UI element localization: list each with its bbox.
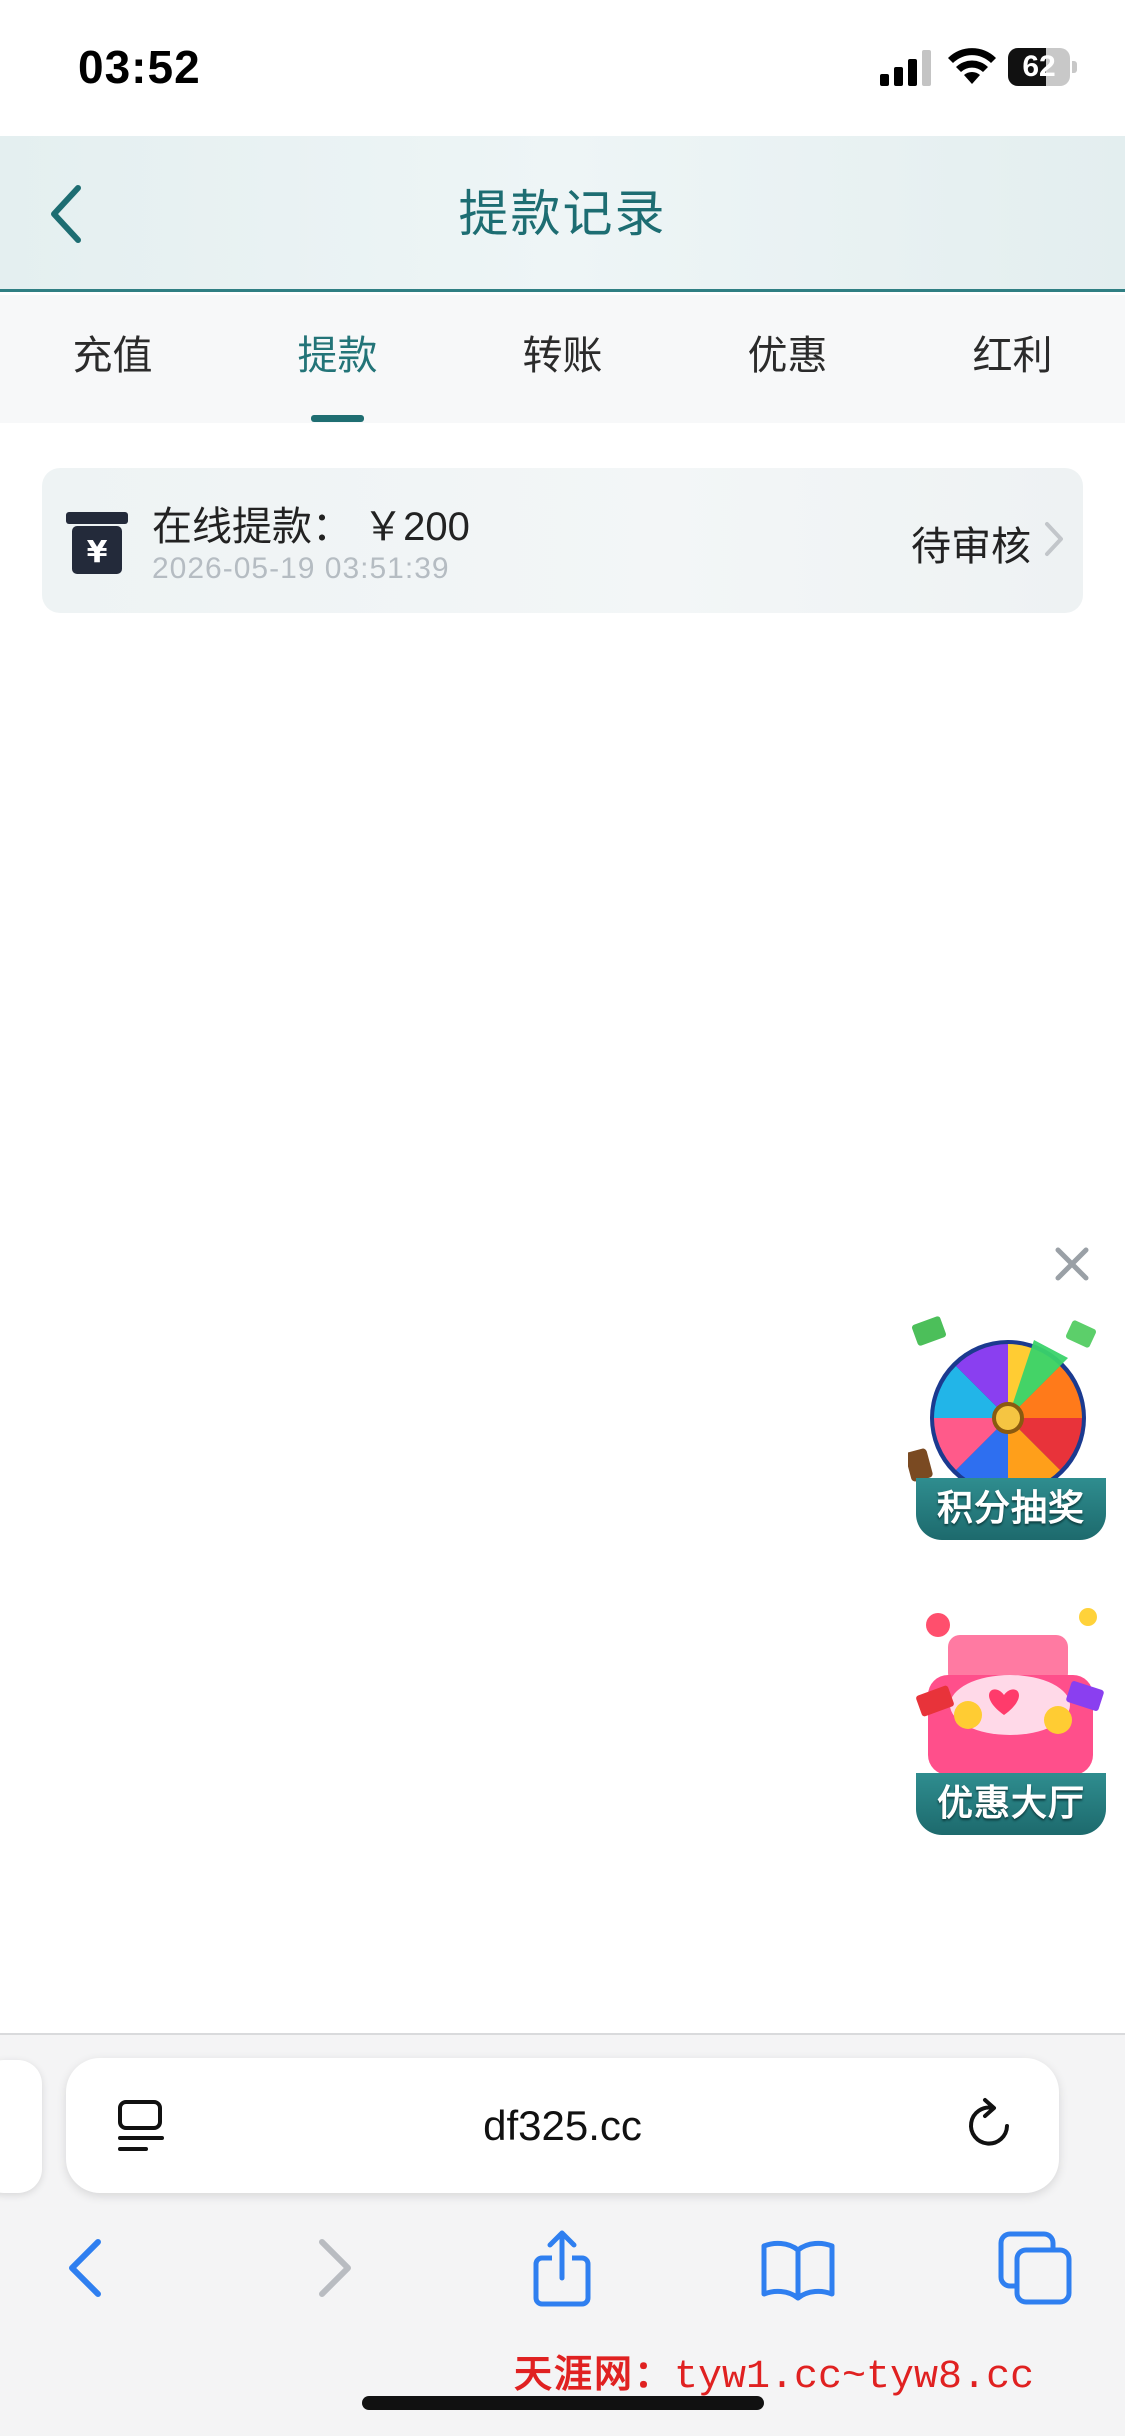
chevron-right-icon	[1045, 522, 1063, 556]
tab-bonus[interactable]: 红利	[900, 295, 1125, 423]
tab-promotions[interactable]: 优惠	[675, 295, 900, 423]
tabs-icon[interactable]	[995, 2228, 1075, 2308]
status-bar: 03:52 62	[0, 0, 1125, 136]
back-nav-icon[interactable]	[50, 2228, 130, 2308]
signal-icon	[880, 50, 931, 86]
record-time: 2026-05-19 03:51:39	[152, 552, 450, 585]
record-status: 待审核	[911, 525, 1031, 569]
back-arrow-icon[interactable]	[40, 178, 96, 250]
tab-bar: 充值 提款 转账 优惠 红利	[0, 295, 1125, 423]
svg-text:¥: ¥	[87, 535, 108, 570]
active-tab-indicator	[311, 415, 364, 422]
tab-withdraw[interactable]: 提款	[225, 295, 450, 423]
record-title: 在线提款： ￥200	[152, 505, 470, 549]
page-menu-icon[interactable]	[116, 2098, 168, 2156]
forward-nav-icon[interactable]	[290, 2228, 370, 2308]
watermark-cn: 天涯网：	[514, 2351, 675, 2396]
watermark-en: tyw1.cc~tyw8.cc	[674, 2355, 1035, 2400]
points-lottery-label: 积分抽奖	[916, 1478, 1106, 1540]
close-icon[interactable]	[1052, 1244, 1092, 1284]
battery-percent: 62	[1022, 50, 1056, 83]
watermark: 天涯网：tyw1.cc~tyw8.cc	[514, 2343, 1034, 2400]
tab-deposit[interactable]: 充值	[0, 295, 225, 423]
wifi-icon	[948, 48, 996, 84]
previous-tab-peek[interactable]	[0, 2060, 42, 2193]
battery-indicator: 62	[1008, 48, 1077, 86]
atm-yuan-icon: ¥	[66, 512, 128, 574]
tab-transfer[interactable]: 转账	[450, 295, 675, 423]
withdrawal-record[interactable]: ¥ 在线提款： ￥200 2026-05-19 03:51:39 待审核	[42, 468, 1083, 613]
offers-hall-label: 优惠大厅	[916, 1773, 1106, 1835]
address-bar[interactable]: df325.cc	[66, 2058, 1059, 2193]
status-time: 03:52	[78, 41, 201, 93]
home-indicator	[362, 2396, 764, 2410]
app-header: 提款记录	[0, 136, 1125, 292]
share-icon[interactable]	[522, 2228, 602, 2308]
page-title: 提款记录	[458, 186, 667, 242]
url-text: df325.cc	[483, 2102, 642, 2149]
reload-icon[interactable]	[963, 2096, 1019, 2156]
bookmarks-icon[interactable]	[758, 2228, 838, 2308]
offers-hall-widget[interactable]: 优惠大厅	[908, 1595, 1113, 1840]
points-lottery-widget[interactable]: 积分抽奖	[908, 1300, 1113, 1545]
